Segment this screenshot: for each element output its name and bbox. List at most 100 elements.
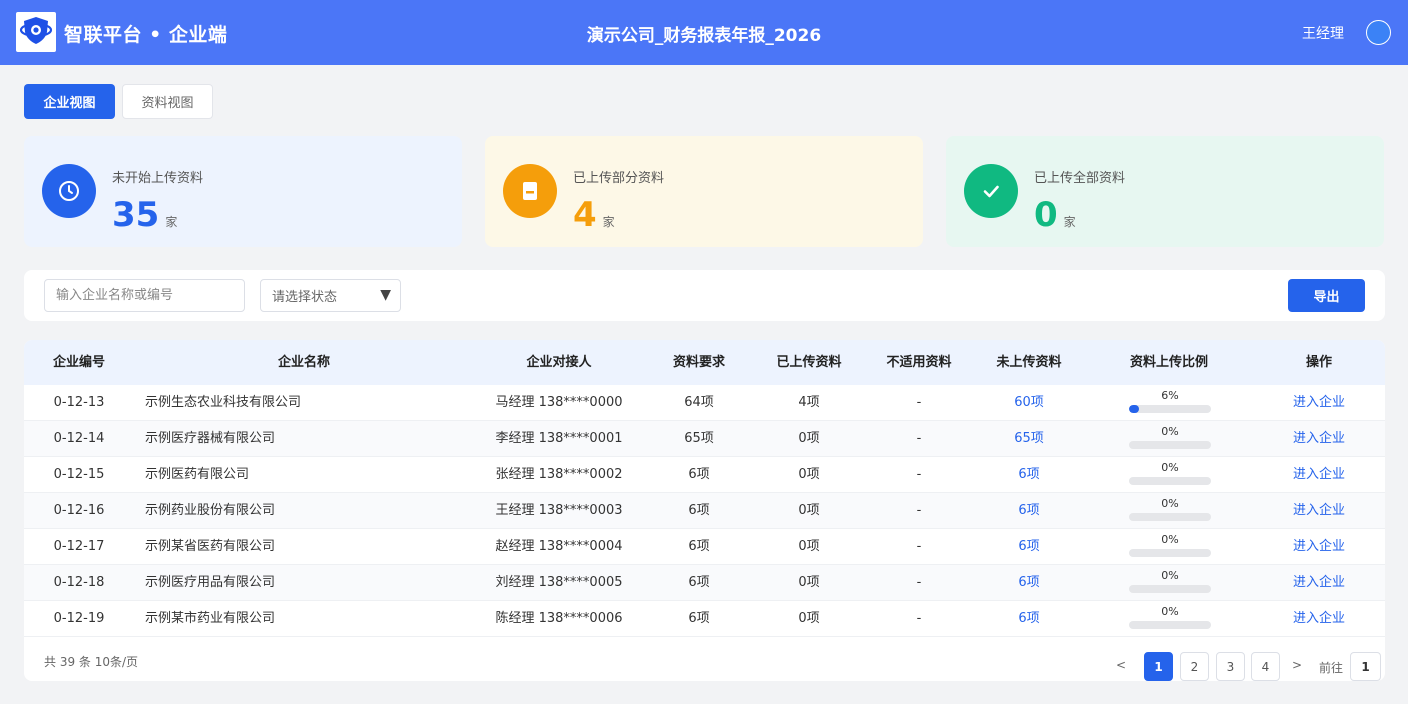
enter-enterprise-link[interactable]: 进入企业 (1269, 601, 1369, 637)
enter-enterprise-link[interactable]: 进入企业 (1269, 457, 1369, 493)
cell-required: 6项 (688, 539, 710, 554)
table-row: 0-12-15 示例医药有限公司 张经理 138****0002 6项 0项 - 6项 进入企… (24, 457, 1385, 493)
user-name[interactable]: 王经理 (1302, 23, 1344, 43)
upload-progress-bar (1129, 405, 1211, 413)
cell-name: 示例某省医药有限公司 (145, 539, 276, 554)
avatar[interactable] (1366, 20, 1391, 45)
table-row: 0-12-13 示例生态农业科技有限公司 马经理 138****0000 64项 4项 -… (24, 385, 1385, 421)
filter-bar: 请选择状态 ▼ 导出 (24, 270, 1385, 321)
upload-progress-bar (1129, 477, 1211, 485)
cell-missing[interactable]: 65项 (979, 421, 1079, 457)
cell-missing[interactable]: 6项 (979, 565, 1079, 601)
column-header-name: 企业名称 (277, 355, 330, 370)
upload-ratio-text: 0% (1161, 497, 1179, 510)
total-count: 共 39 条 10条/页 (44, 655, 139, 669)
cell-missing[interactable]: 60项 (979, 385, 1079, 421)
upload-progress-fill (1129, 405, 1139, 413)
goto-page-input[interactable] (1350, 652, 1381, 681)
cell-required: 65项 (684, 431, 714, 446)
search-input[interactable] (44, 279, 245, 312)
cell-uploaded: 0项 (798, 539, 820, 554)
page-button-2[interactable]: 2 (1180, 652, 1209, 681)
upload-ratio: 0% (1129, 601, 1211, 637)
cell-contact: 王经理 138****0003 (495, 503, 623, 518)
upload-ratio-text: 0% (1161, 533, 1179, 546)
stat-number: 35 (112, 195, 160, 235)
cell-not-applicable: - (916, 539, 922, 554)
status-select-placeholder: 请选择状态 (272, 290, 338, 305)
check-icon (964, 164, 1018, 218)
cell-contact: 马经理 138****0000 (495, 395, 623, 410)
page-title: 演示公司_财务报表年报_2026 (586, 26, 822, 46)
table-header: 企业编号 企业名称 企业对接人 资料要求 已上传资料 不适用资料 未上传资料 资… (24, 340, 1385, 385)
cell-uploaded: 0项 (798, 431, 820, 446)
upload-ratio-text: 6% (1161, 389, 1179, 402)
cell-id: 0-12-17 (53, 539, 105, 554)
table-row: 0-12-19 示例某市药业有限公司 陈经理 138****0006 6项 0项 - 6项 进… (24, 601, 1385, 637)
cell-not-applicable: - (916, 503, 922, 518)
enter-enterprise-link[interactable]: 进入企业 (1269, 493, 1369, 529)
cell-uploaded: 0项 (798, 575, 820, 590)
cell-not-applicable: - (916, 395, 922, 410)
cell-contact: 张经理 138****0002 (495, 467, 623, 482)
cell-uploaded: 4项 (798, 395, 820, 410)
stat-label: 未开始上传资料 (112, 171, 204, 186)
cell-uploaded: 0项 (798, 503, 820, 518)
page-button-1[interactable]: 1 (1144, 652, 1173, 681)
upload-ratio-text: 0% (1161, 425, 1179, 438)
cell-missing[interactable]: 6项 (979, 493, 1079, 529)
cell-id: 0-12-16 (53, 503, 105, 518)
stat-number: 0 (1034, 195, 1058, 235)
upload-ratio-text: 0% (1161, 461, 1179, 474)
tab-document-view[interactable]: 资料视图 (122, 84, 213, 119)
table-row: 0-12-17 示例某省医药有限公司 赵经理 138****0004 6项 0项 - 6项 进… (24, 529, 1385, 565)
cell-not-applicable: - (916, 467, 922, 482)
cell-contact: 陈经理 138****0006 (495, 611, 623, 626)
cell-id: 0-12-18 (53, 575, 105, 590)
cell-required: 64项 (684, 395, 714, 410)
next-page-button[interactable]: > (1292, 658, 1302, 672)
cell-missing[interactable]: 6项 (979, 457, 1079, 493)
enter-enterprise-link[interactable]: 进入企业 (1269, 421, 1369, 457)
stat-label: 已上传全部资料 (1034, 171, 1126, 186)
upload-progress-bar (1129, 441, 1211, 449)
cell-name: 示例医疗器械有限公司 (145, 431, 276, 446)
cell-required: 6项 (688, 611, 710, 626)
upload-ratio: 0% (1129, 457, 1211, 493)
cell-missing[interactable]: 6项 (979, 529, 1079, 565)
cell-name: 示例药业股份有限公司 (145, 503, 276, 518)
upload-progress-bar (1129, 585, 1211, 593)
page-button-3[interactable]: 3 (1216, 652, 1245, 681)
stat-unit: 家 (602, 215, 615, 229)
cell-required: 6项 (688, 503, 710, 518)
upload-ratio: 0% (1129, 421, 1211, 457)
upload-progress-bar (1129, 549, 1211, 557)
column-header-id: 企业编号 (52, 355, 105, 370)
enter-enterprise-link[interactable]: 进入企业 (1269, 385, 1369, 421)
cell-not-applicable: - (916, 431, 922, 446)
table-row: 0-12-18 示例医疗用品有限公司 刘经理 138****0005 6项 0项 - 6项 进… (24, 565, 1385, 601)
table-row: 0-12-14 示例医疗器械有限公司 李经理 138****0001 65项 0项 - 65… (24, 421, 1385, 457)
column-header-ratio: 资料上传比例 (1129, 355, 1208, 370)
upload-ratio: 6% (1129, 385, 1211, 421)
upload-progress-bar (1129, 621, 1211, 629)
enter-enterprise-link[interactable]: 进入企业 (1269, 565, 1369, 601)
cell-missing[interactable]: 6项 (979, 601, 1079, 637)
enterprise-table: 企业编号 企业名称 企业对接人 资料要求 已上传资料 不适用资料 未上传资料 资… (24, 340, 1385, 681)
cell-id: 0-12-15 (53, 467, 105, 482)
upload-ratio-text: 0% (1161, 569, 1179, 582)
page-button-4[interactable]: 4 (1251, 652, 1280, 681)
column-header-not-applicable: 不适用资料 (886, 355, 952, 370)
export-button[interactable]: 导出 (1288, 279, 1365, 312)
enter-enterprise-link[interactable]: 进入企业 (1269, 529, 1369, 565)
tab-enterprise-view[interactable]: 企业视图 (24, 84, 115, 119)
prev-page-button[interactable]: < (1116, 658, 1126, 672)
column-header-missing: 未上传资料 (996, 355, 1062, 370)
stat-value: 4家 (573, 194, 615, 243)
stat-unit: 家 (1063, 215, 1076, 229)
stat-card-complete: 已上传全部资料 0家 (946, 136, 1384, 247)
upload-ratio: 0% (1129, 529, 1211, 565)
top-header: 智联平台 • 企业端 演示公司_财务报表年报_2026 王经理 (0, 0, 1408, 65)
status-select[interactable]: 请选择状态 ▼ (260, 279, 401, 312)
upload-ratio-text: 0% (1161, 605, 1179, 618)
